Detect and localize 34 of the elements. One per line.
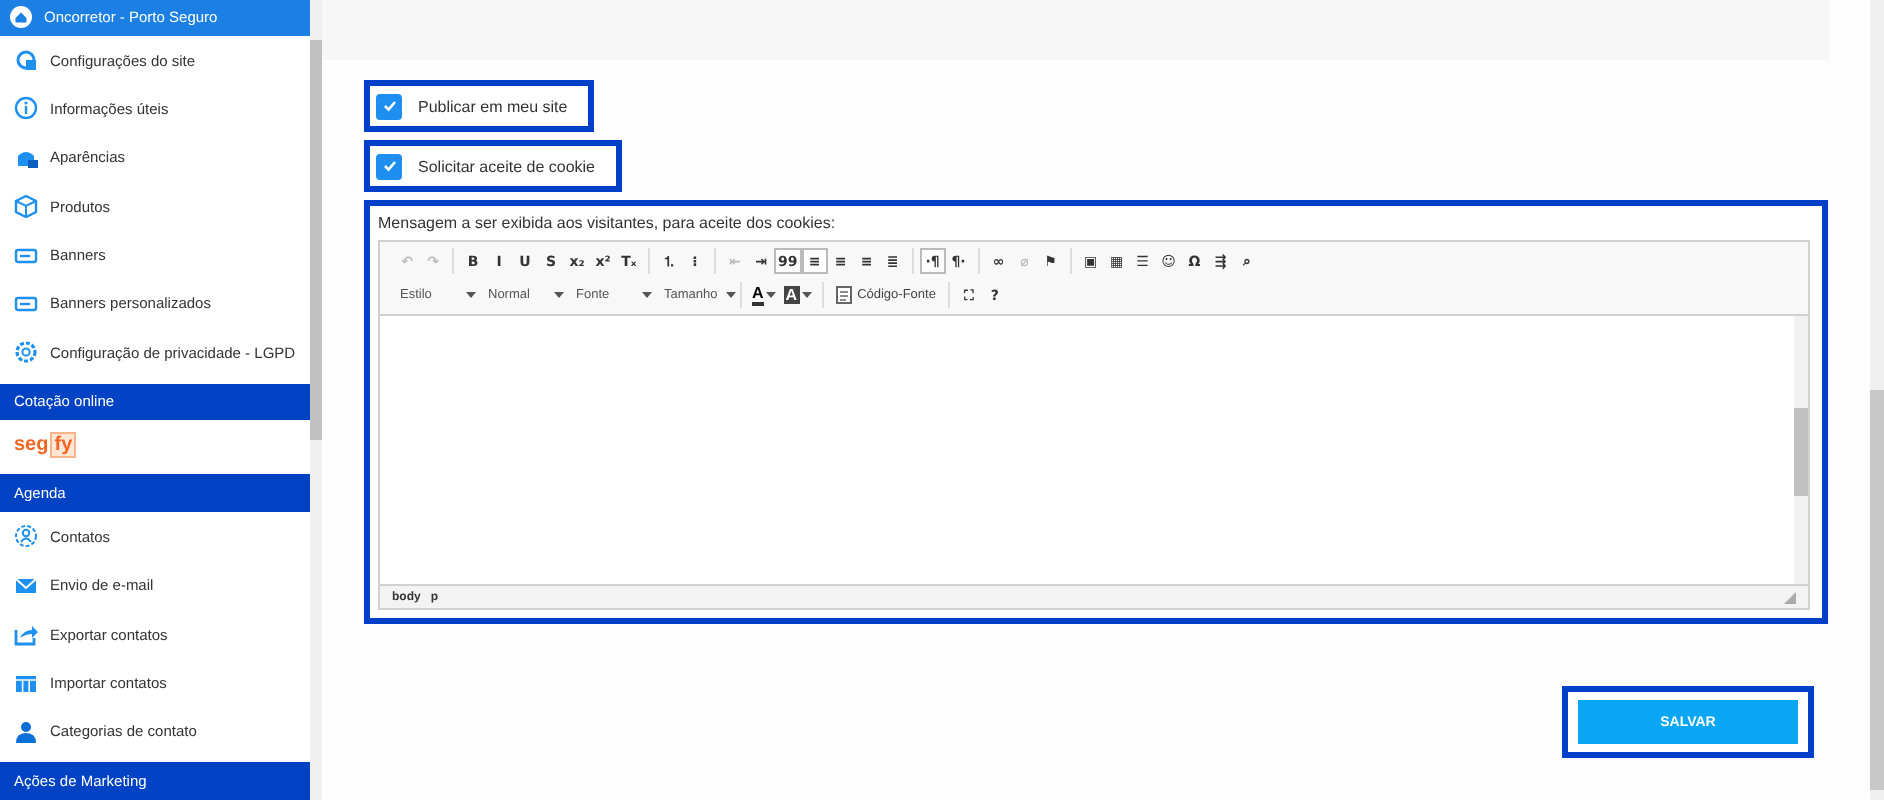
scroll-thumb[interactable] (310, 40, 322, 440)
person-icon (14, 719, 38, 744)
banner-icon (14, 243, 38, 268)
document-icon (835, 286, 852, 304)
home-icon (10, 6, 32, 29)
caret-icon (801, 292, 812, 298)
scroll-thumb[interactable] (1870, 390, 1884, 790)
editor-scrollbar[interactable] (1794, 316, 1808, 584)
caret-icon (642, 291, 652, 297)
table-icon (14, 671, 38, 696)
caret-icon (466, 291, 476, 297)
check-icon (381, 158, 397, 174)
caret-icon (765, 292, 776, 298)
box-icon (14, 194, 38, 219)
caret-icon (725, 291, 736, 297)
checkbox-label: Solicitar aceite de cookie (418, 157, 595, 175)
settings-icon (14, 340, 38, 365)
background-color-button[interactable]: A (779, 282, 816, 308)
scroll-thumb[interactable] (1794, 408, 1808, 496)
checkbox-label: Publicar em meu site (418, 97, 568, 115)
info-icon (14, 96, 38, 121)
mail-icon (14, 573, 38, 598)
sidebar-scrollbar[interactable] (310, 0, 322, 800)
caret-icon (554, 291, 564, 297)
text-color-button[interactable]: A (748, 282, 780, 308)
resize-grip-icon[interactable] (1784, 591, 1796, 603)
checkbox[interactable] (376, 153, 402, 179)
check-icon (381, 98, 397, 114)
page-scrollbar[interactable] (1870, 0, 1884, 800)
export-icon (14, 622, 38, 647)
editor-label: Mensagem a ser exibida aos visitantes, para aceite dos cookies: (378, 214, 838, 232)
contact-icon (14, 524, 38, 549)
checkbox[interactable] (376, 93, 402, 119)
banner-icon (14, 291, 38, 316)
